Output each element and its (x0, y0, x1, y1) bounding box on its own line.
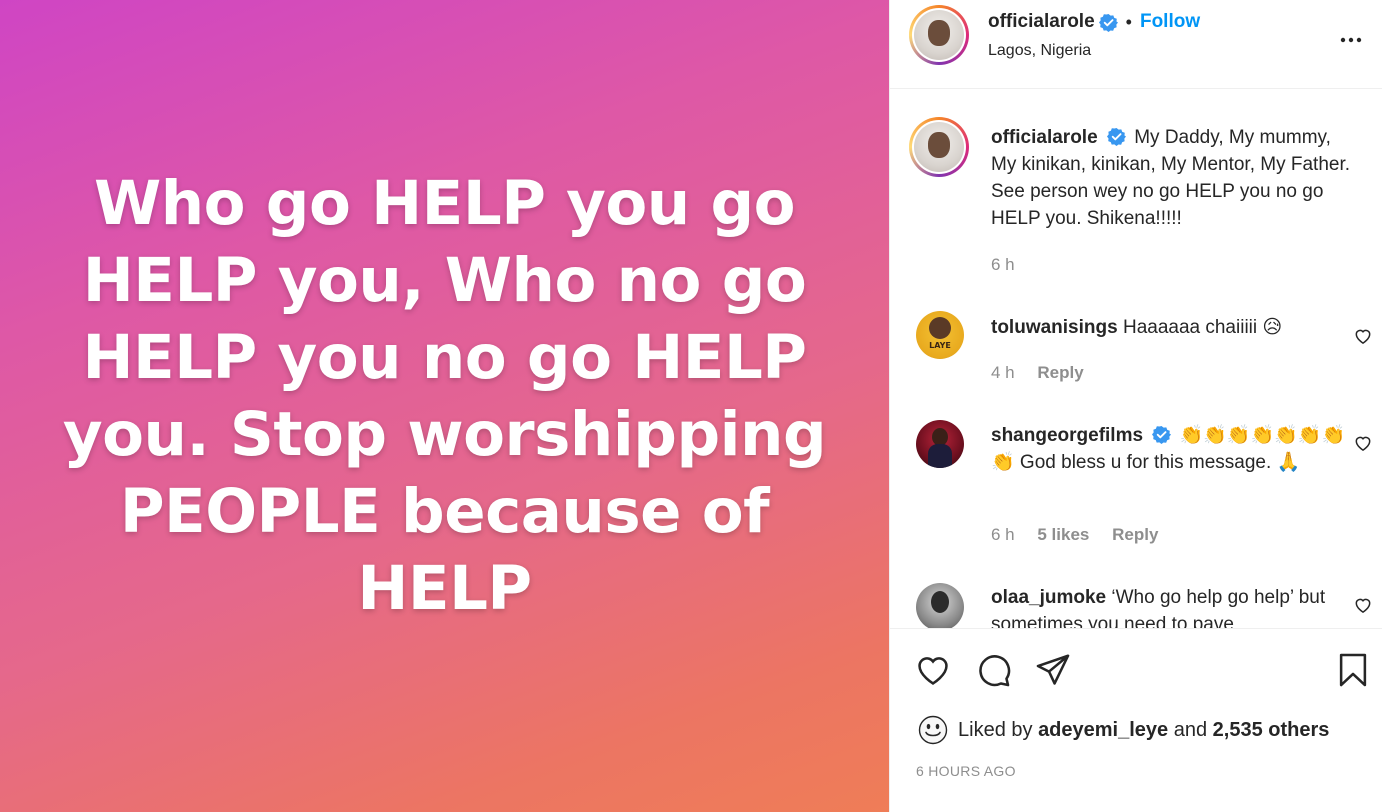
comment-username[interactable]: toluwanisings (991, 317, 1118, 338)
comment-time[interactable]: 6 h (991, 525, 1015, 544)
comment-time[interactable]: 4 h (991, 363, 1015, 382)
caption-avatar[interactable] (909, 117, 969, 177)
comment-meta: 4 h Reply (991, 363, 1102, 383)
author-avatar[interactable] (909, 5, 969, 65)
verified-badge-icon (1152, 425, 1172, 444)
commenter-avatar[interactable] (916, 420, 964, 468)
share-send-icon[interactable] (1034, 651, 1072, 689)
liked-by-user[interactable]: adeyemi_leye (1038, 719, 1168, 742)
comment-meta: 6 h 5 likes Reply (991, 525, 1176, 545)
author-username[interactable]: officialarole (988, 11, 1095, 33)
header-separator: • (1125, 11, 1132, 32)
save-bookmark-icon[interactable] (1334, 651, 1372, 689)
comment-like-heart-icon[interactable] (1353, 433, 1373, 453)
comment-text: Haaaaaa chaiiiii 😥 (1122, 317, 1283, 338)
comment-bubble-icon[interactable] (974, 651, 1012, 689)
comment-like-heart-icon[interactable] (1353, 326, 1373, 346)
commenter-avatar-text: LAYE (929, 341, 951, 350)
verified-badge-icon (1106, 127, 1126, 146)
comment-text-block: shangeorgefilms 👏👏👏👏👏👏👏👏 God bless u for… (991, 422, 1361, 476)
like-heart-icon[interactable] (914, 651, 952, 689)
follow-button[interactable]: Follow (1140, 11, 1200, 33)
post-timestamp[interactable]: 6 HOURS AGO (916, 763, 1016, 779)
commenter-avatar[interactable] (916, 583, 964, 628)
smiley-avatar-icon[interactable] (918, 715, 948, 745)
caption-meta: 6 h (991, 255, 1033, 275)
post-image-text: Who go HELP you go HELP you, Who no go H… (62, 168, 827, 624)
caption-time[interactable]: 6 h (991, 255, 1015, 274)
liked-by-prefix: Liked by (958, 718, 1033, 741)
caption-username[interactable]: officialarole (991, 127, 1098, 148)
more-options-icon[interactable] (1339, 28, 1363, 52)
comment-like-heart-icon[interactable] (1353, 595, 1373, 615)
comments-list[interactable]: officialarole My Daddy, My mummy, My kin… (890, 89, 1382, 628)
reply-button[interactable]: Reply (1037, 363, 1083, 382)
comment-likes-count[interactable]: 5 likes (1037, 525, 1089, 544)
comment-text-block: olaa_jumoke ‘Who go help go help’ but so… (991, 584, 1361, 628)
post-actions: Liked by adeyemi_leye and 2,535 others 6… (890, 628, 1382, 812)
likes-summary: Liked by adeyemi_leye and 2,535 others (918, 715, 1329, 745)
post-side-panel: officialarole • Follow Lagos, Nigeria of… (889, 0, 1382, 812)
verified-badge-icon (1098, 13, 1118, 32)
reply-button[interactable]: Reply (1112, 525, 1158, 544)
comment-username[interactable]: olaa_jumoke (991, 587, 1106, 608)
commenter-avatar[interactable]: LAYE (916, 311, 964, 359)
comment-text-block: toluwanisings Haaaaaa chaiiiii 😥 (991, 314, 1361, 341)
post-header: officialarole • Follow Lagos, Nigeria (890, 0, 1382, 89)
post-location[interactable]: Lagos, Nigeria (988, 42, 1091, 60)
caption-text-block: officialarole My Daddy, My mummy, My kin… (991, 124, 1361, 232)
liked-by-and: and (1173, 718, 1208, 741)
likes-count-link[interactable]: 2,535 others (1213, 719, 1330, 742)
post-image[interactable]: Who go HELP you go HELP you, Who no go H… (0, 0, 889, 812)
comment-username[interactable]: shangeorgefilms (991, 425, 1143, 446)
